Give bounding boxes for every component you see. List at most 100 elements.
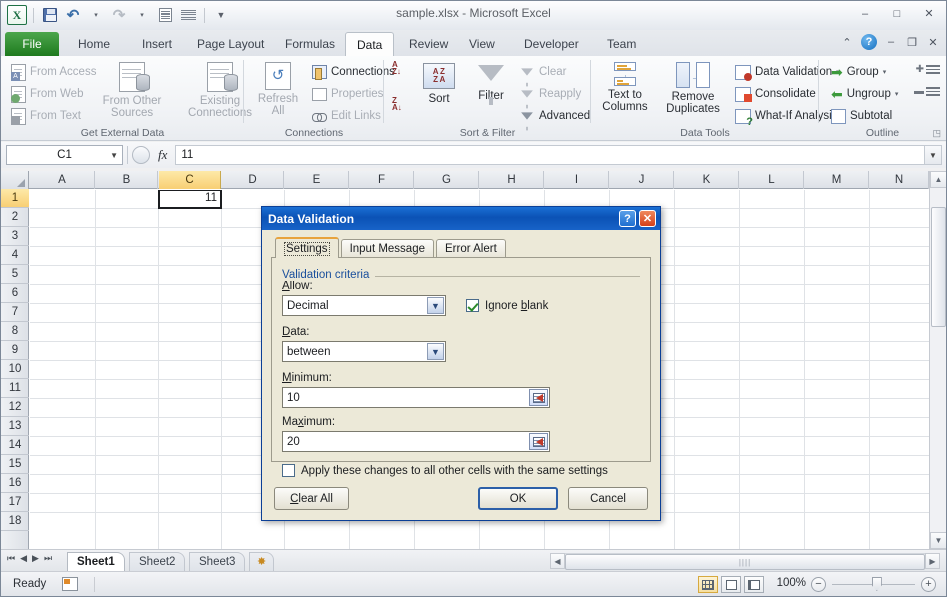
tab-file[interactable]: File (5, 32, 59, 56)
ribbon-minimize-icon[interactable]: – (884, 36, 898, 48)
tab-home[interactable]: Home (67, 32, 121, 56)
ok-button[interactable]: OK (478, 487, 558, 510)
remove-duplicates-button[interactable]: → Remove Duplicates (661, 62, 725, 115)
sheet-tab-sheet1[interactable]: Sheet1 (67, 552, 125, 571)
insert-function-icon[interactable]: fx (150, 147, 175, 163)
tab-review[interactable]: Review (398, 32, 459, 56)
column-header-E[interactable]: E (285, 171, 349, 189)
zoom-slider-track[interactable] (832, 577, 915, 591)
row-header-3[interactable]: 3 (1, 227, 29, 246)
edit-links-button[interactable]: Edit Links (310, 105, 383, 127)
hscroll-left-button[interactable]: ◀ (550, 553, 565, 569)
help-icon[interactable]: ? (861, 34, 877, 50)
sort-button[interactable]: AZZA Sort (417, 63, 461, 105)
ignore-blank-row[interactable]: Ignore blank (466, 299, 548, 312)
minimum-input[interactable]: 10 (282, 387, 550, 408)
row-header-13[interactable]: 13 (1, 417, 29, 436)
horizontal-scroll-thumb[interactable]: |||| (565, 554, 925, 570)
restore-button[interactable]: □ (884, 5, 910, 22)
column-header-G[interactable]: G (415, 171, 479, 189)
tab-page-layout[interactable]: Page Layout (186, 32, 275, 56)
apply-all-row[interactable]: Apply these changes to all other cells w… (282, 464, 640, 477)
row-header-11[interactable]: 11 (1, 379, 29, 398)
page-layout-view-button[interactable] (721, 576, 741, 593)
clear-filter-button[interactable]: Clear (517, 61, 568, 87)
row-header-16[interactable]: 16 (1, 474, 29, 493)
group-button[interactable]: ➡ Group ▾ (829, 61, 888, 83)
refresh-all-button[interactable]: ↺ Refresh All (252, 62, 304, 117)
show-detail-button[interactable]: ✚ (916, 64, 940, 75)
row-header-1[interactable]: 1 (1, 189, 29, 208)
row-header-2[interactable]: 2 (1, 208, 29, 227)
active-cell-C1[interactable]: 11 (158, 190, 222, 209)
dialog-tab-input-message[interactable]: Input Message (340, 239, 434, 258)
row-header-6[interactable]: 6 (1, 284, 29, 303)
column-header-M[interactable]: M (805, 171, 869, 189)
dialog-tab-error-alert[interactable]: Error Alert (436, 239, 506, 258)
vertical-scroll-thumb[interactable] (931, 207, 946, 327)
zoom-slider-thumb[interactable] (871, 577, 882, 591)
from-other-sources-button[interactable]: From Other Sources (96, 62, 168, 119)
name-box[interactable]: C1 ▼ (6, 145, 123, 165)
vertical-scrollbar[interactable]: ▲ ▼ (929, 171, 946, 549)
subtotal-button[interactable]: Subtotal (829, 105, 894, 127)
row-header-12[interactable]: 12 (1, 398, 29, 417)
filter-button[interactable]: Filter (469, 65, 513, 105)
select-all-corner[interactable] (1, 171, 29, 189)
consolidate-button[interactable]: Consolidate (733, 83, 818, 105)
column-header-L[interactable]: L (740, 171, 804, 189)
row-header-4[interactable]: 4 (1, 246, 29, 265)
zoom-level-label[interactable]: 100% (777, 577, 806, 589)
group-dropdown-icon[interactable]: ▾ (883, 68, 887, 76)
normal-view-button[interactable] (698, 576, 718, 593)
prev-sheet-button[interactable]: ◀ (20, 553, 27, 564)
column-header-A[interactable]: A (30, 171, 95, 189)
hscroll-track[interactable]: |||| (565, 553, 925, 570)
close-button[interactable]: ✕ (916, 5, 942, 22)
expand-formula-bar-icon[interactable]: ▼ (924, 145, 942, 165)
last-sheet-button[interactable]: ⏭ (44, 553, 52, 564)
row-header-14[interactable]: 14 (1, 436, 29, 455)
scroll-down-button[interactable]: ▼ (930, 532, 946, 549)
row-header-5[interactable]: 5 (1, 265, 29, 284)
zoom-out-button[interactable]: − (811, 577, 826, 592)
maximum-input[interactable]: 20 (282, 431, 550, 452)
tab-formulas[interactable]: Formulas (274, 32, 346, 56)
outline-dialog-launcher[interactable]: ◳ (932, 128, 941, 139)
tab-developer[interactable]: Developer (513, 32, 590, 56)
ungroup-dropdown-icon[interactable]: ▾ (895, 90, 899, 98)
name-box-dropdown-icon[interactable]: ▼ (110, 151, 118, 160)
first-sheet-button[interactable]: ⏮ (7, 553, 15, 564)
column-header-H[interactable]: H (480, 171, 544, 189)
insert-worksheet-button[interactable]: ✸ (249, 552, 275, 571)
allow-select[interactable]: Decimal ▼ (282, 295, 446, 316)
maximum-range-selector-button[interactable] (529, 433, 548, 450)
ribbon-close-icon[interactable]: ✕ (926, 36, 940, 49)
dialog-title-bar[interactable]: Data Validation ? ✕ (262, 207, 660, 230)
ungroup-button[interactable]: ➡ Ungroup ▾ (829, 83, 900, 105)
data-select[interactable]: between ▼ (282, 341, 446, 362)
dialog-tab-settings[interactable]: Settings (275, 237, 339, 258)
text-to-columns-button[interactable]: ↓ Text to Columns (597, 62, 653, 113)
hscroll-right-button[interactable]: ▶ (925, 553, 940, 569)
dialog-help-button[interactable]: ? (619, 210, 636, 227)
horizontal-scrollbar[interactable]: ◀ |||| ▶ (550, 552, 940, 570)
zoom-in-button[interactable]: + (921, 577, 936, 592)
clear-all-button[interactable]: Clear All (274, 487, 349, 510)
row-header-9[interactable]: 9 (1, 341, 29, 360)
column-header-D[interactable]: D (222, 171, 284, 189)
column-header-K[interactable]: K (675, 171, 739, 189)
data-chevron-down-icon[interactable]: ▼ (427, 343, 444, 360)
tab-view[interactable]: View (458, 32, 506, 56)
allow-chevron-down-icon[interactable]: ▼ (427, 297, 444, 314)
page-break-view-button[interactable] (744, 576, 764, 593)
tab-insert[interactable]: Insert (131, 32, 183, 56)
row-header-18[interactable]: 18 (1, 512, 29, 531)
minimum-range-selector-button[interactable] (529, 389, 548, 406)
scroll-up-button[interactable]: ▲ (930, 171, 946, 188)
reapply-filter-button[interactable]: Reapply (517, 83, 583, 109)
advanced-filter-button[interactable]: Advanced (517, 105, 592, 131)
hide-detail-button[interactable]: ▬ (914, 86, 940, 97)
from-web-button[interactable]: From Web (9, 83, 85, 105)
row-header-7[interactable]: 7 (1, 303, 29, 322)
